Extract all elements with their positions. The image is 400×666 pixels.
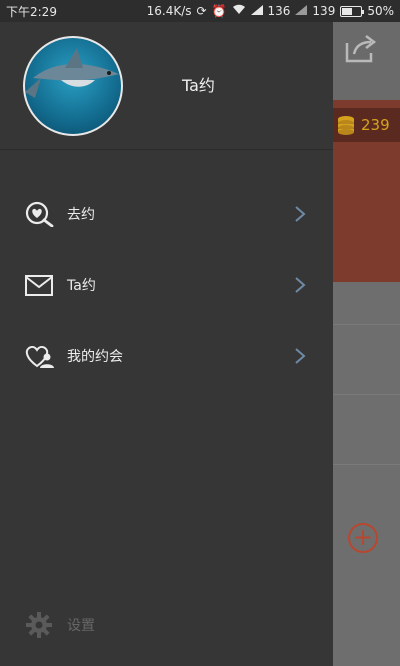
profile-header[interactable]: Ta约 <box>0 22 333 150</box>
avatar[interactable] <box>23 36 123 136</box>
menu-item-go-date[interactable]: 去约 <box>0 178 333 249</box>
alarm-icon: ⏰ <box>211 4 227 18</box>
gear-icon <box>26 612 52 638</box>
list-divider <box>333 464 400 465</box>
menu-item-my-dates[interactable]: 我的约会 <box>0 320 333 391</box>
navigation-drawer: Ta约 去约 Ta约 我的约会 设置 <box>0 22 333 666</box>
menu-item-label: 去约 <box>67 206 95 223</box>
coin-icon <box>338 116 354 135</box>
signal-strength-1: 136 <box>267 4 291 18</box>
coin-count: 239 <box>361 116 390 134</box>
chevron-right-icon <box>295 347 306 364</box>
profile-name: Ta约 <box>182 76 215 95</box>
drawer-menu: 去约 Ta约 我的约会 <box>0 178 333 391</box>
coin-balance[interactable]: 239 <box>333 108 400 142</box>
network-speed: 16.4K/s <box>146 4 192 18</box>
signal-strength-2: 139 <box>312 4 336 18</box>
status-bar: 下午2:29 16.4K/s ⟳ ⏰ 136 139 50% <box>0 0 400 22</box>
share-icon[interactable] <box>344 34 378 64</box>
settings-button[interactable]: 设置 <box>26 612 95 638</box>
menu-item-ta-date[interactable]: Ta约 <box>0 249 333 320</box>
settings-label: 设置 <box>67 618 95 634</box>
battery-icon <box>340 5 365 17</box>
heart-person-icon <box>25 345 54 368</box>
menu-item-label: 我的约会 <box>67 348 123 365</box>
chevron-right-icon <box>295 205 306 222</box>
status-indicators: 16.4K/s ⟳ ⏰ 136 139 50% <box>147 4 394 18</box>
add-button[interactable]: + <box>348 523 378 553</box>
status-time: 下午2:29 <box>6 4 57 19</box>
search-heart-icon <box>25 201 54 227</box>
shark-avatar-image <box>25 48 119 98</box>
menu-item-label: Ta约 <box>67 277 96 294</box>
battery-percent: 50% <box>367 4 394 18</box>
wifi-icon <box>232 4 246 18</box>
signal-icon-2 <box>295 4 308 18</box>
sync-icon: ⟳ <box>196 4 207 18</box>
list-divider <box>333 394 400 395</box>
envelope-icon <box>25 274 53 296</box>
chevron-right-icon <box>295 276 306 293</box>
signal-icon <box>250 4 263 18</box>
list-divider <box>333 324 400 325</box>
